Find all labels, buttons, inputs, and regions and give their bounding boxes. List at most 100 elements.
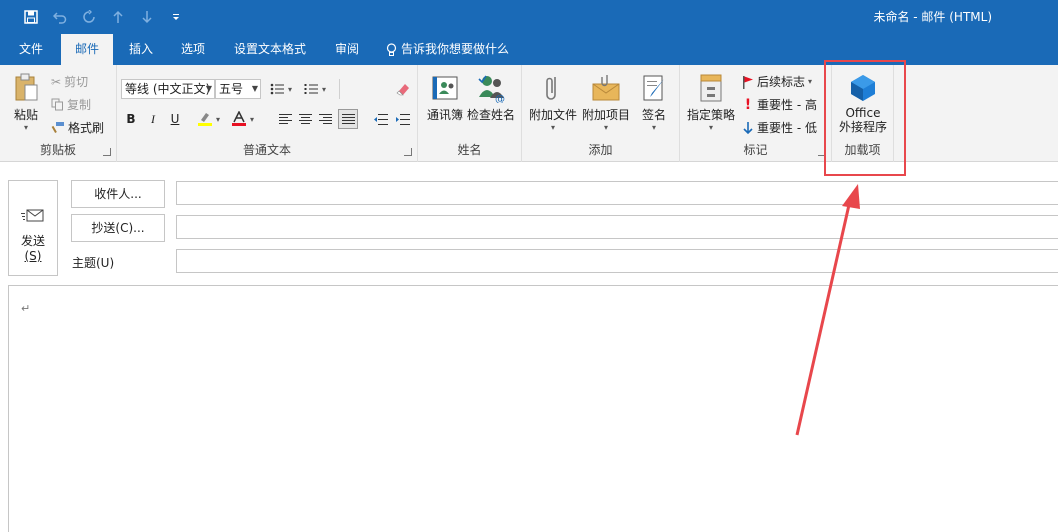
- low-importance-button[interactable]: 重要性 - 低: [742, 119, 817, 136]
- highlight-dropdown[interactable]: ▾: [213, 109, 223, 129]
- attach-item-label: 附加项目: [581, 108, 630, 122]
- group-names: 通讯簿 @ 检查姓名 姓名: [418, 65, 522, 162]
- signature-icon: [643, 75, 664, 101]
- address-book-label: 通讯簿: [426, 108, 463, 122]
- bullets-icon: [270, 83, 284, 95]
- highlighter-icon: [198, 113, 212, 126]
- svg-text:@: @: [495, 94, 505, 103]
- signature-button[interactable]: 签名 ▾: [634, 73, 674, 132]
- format-painter-icon: [51, 122, 64, 133]
- to-field[interactable]: [176, 181, 1058, 205]
- group-label-clipboard: 剪贴板: [39, 143, 76, 157]
- italic-button[interactable]: I: [143, 109, 163, 129]
- chevron-down-icon: ▾: [808, 77, 813, 86]
- highlight-button[interactable]: [195, 109, 215, 129]
- justify-icon: [341, 113, 355, 124]
- attach-item-button[interactable]: 附加项目 ▾: [580, 73, 632, 132]
- next-item-button[interactable]: [132, 3, 161, 31]
- copy-label: 复制: [67, 98, 92, 112]
- numbering-icon: [304, 84, 318, 94]
- high-importance-label: 重要性 - 高: [757, 98, 817, 112]
- clipboard-dialog-launcher[interactable]: [103, 148, 111, 156]
- align-right-icon: [318, 113, 332, 124]
- tab-file[interactable]: 文件: [10, 34, 52, 65]
- redo-button[interactable]: [74, 3, 103, 31]
- increase-indent-button[interactable]: [392, 109, 412, 129]
- list-numbers-button[interactable]: [301, 79, 321, 99]
- group-basic-text: 等线 (中文正文) ▼ 五号 ▼ ▾ ▾ B I U ▾ ▾ 普通文本: [117, 65, 418, 162]
- group-include: 附加文件 ▾ 附加项目 ▾ 签名 ▾ 添加: [522, 65, 680, 162]
- clear-formatting-button[interactable]: [393, 79, 413, 99]
- font-color-dropdown[interactable]: ▾: [247, 109, 257, 129]
- tab-options[interactable]: 选项: [172, 34, 214, 65]
- send-shortcut: (S): [24, 249, 42, 263]
- to-button[interactable]: 收件人...: [71, 180, 165, 208]
- cc-field[interactable]: [176, 215, 1058, 239]
- previous-item-button[interactable]: [103, 3, 132, 31]
- arrow-down-icon: [141, 11, 152, 24]
- align-left-button[interactable]: [275, 109, 295, 129]
- font-color-icon: [232, 111, 246, 126]
- font-name-combo[interactable]: 等线 (中文正文) ▼: [121, 79, 215, 99]
- tab-format-text[interactable]: 设置文本格式: [226, 34, 314, 65]
- numbering-dropdown[interactable]: ▾: [319, 79, 329, 99]
- attach-file-button[interactable]: 附加文件 ▾: [528, 73, 578, 132]
- send-button[interactable]: 发送 (S): [8, 180, 58, 276]
- tab-message[interactable]: 邮件: [61, 34, 113, 65]
- cut-label: 剪切: [64, 75, 89, 89]
- policy-icon: [700, 74, 722, 102]
- high-importance-button[interactable]: ! 重要性 - 高: [742, 96, 817, 113]
- font-size-combo[interactable]: 五号 ▼: [215, 79, 261, 99]
- cut-button[interactable]: ✂ 剪切: [51, 73, 88, 90]
- format-painter-button[interactable]: 格式刷: [51, 119, 104, 136]
- chevron-down-icon: ▾: [249, 114, 254, 124]
- group-label-names: 姓名: [457, 143, 482, 157]
- font-size-value: 五号: [219, 82, 244, 96]
- address-book-button[interactable]: 通讯簿: [424, 73, 466, 123]
- align-right-button[interactable]: [315, 109, 335, 129]
- chevron-down-icon: ▼: [205, 84, 212, 93]
- group-clipboard: 粘贴 ▾ ✂ 剪切 复制 格式刷 剪贴板: [0, 65, 117, 162]
- paste-dropdown-arrow[interactable]: ▾: [8, 123, 44, 132]
- basic-text-dialog-launcher[interactable]: [404, 148, 412, 156]
- list-bullets-button[interactable]: [267, 79, 287, 99]
- scissors-icon: ✂: [51, 74, 62, 89]
- copy-icon: [51, 98, 63, 111]
- save-button[interactable]: [16, 3, 45, 31]
- align-center-button[interactable]: [295, 109, 315, 129]
- decrease-indent-button[interactable]: [370, 109, 390, 129]
- message-body[interactable]: ↵: [8, 285, 1058, 532]
- check-names-icon: @: [478, 75, 505, 105]
- tell-me-label: 告诉我你想要做什么: [401, 42, 510, 56]
- font-color-button[interactable]: [229, 109, 249, 129]
- send-icon: [21, 209, 44, 222]
- cc-button[interactable]: 抄送(C)...: [71, 214, 165, 242]
- title-bar: 未命名 - 邮件 (HTML): [0, 0, 1058, 34]
- save-icon: [23, 10, 38, 24]
- undo-button[interactable]: [45, 3, 74, 31]
- paperclip-icon: [546, 77, 556, 100]
- send-label: 发送: [20, 234, 45, 248]
- paste-button[interactable]: 粘贴 ▾: [8, 73, 44, 132]
- justify-button[interactable]: [338, 109, 358, 129]
- subject-field[interactable]: [176, 249, 1058, 273]
- tab-insert[interactable]: 插入: [120, 34, 162, 65]
- bullets-dropdown[interactable]: ▾: [285, 79, 295, 99]
- underline-button[interactable]: U: [165, 109, 185, 129]
- quick-access-toolbar: [0, 0, 190, 34]
- attach-file-label: 附加文件: [528, 108, 577, 122]
- follow-up-button[interactable]: 后续标志 ▾: [742, 73, 812, 90]
- bold-button[interactable]: B: [121, 109, 141, 129]
- check-names-button[interactable]: @ 检查姓名: [466, 73, 516, 123]
- assign-policy-button[interactable]: 指定策略 ▾: [684, 73, 738, 132]
- exclamation-icon: !: [744, 96, 752, 113]
- customize-qat-button[interactable]: [161, 3, 190, 31]
- address-book-icon: [432, 76, 458, 100]
- separator: [339, 79, 340, 99]
- flag-icon: [743, 75, 753, 89]
- copy-button[interactable]: 复制: [51, 96, 91, 113]
- tab-review[interactable]: 审阅: [326, 34, 368, 65]
- tell-me-box[interactable]: 告诉我你想要做什么: [386, 34, 516, 65]
- lightbulb-icon: [386, 42, 397, 56]
- chevron-down-icon: ▾: [603, 123, 608, 132]
